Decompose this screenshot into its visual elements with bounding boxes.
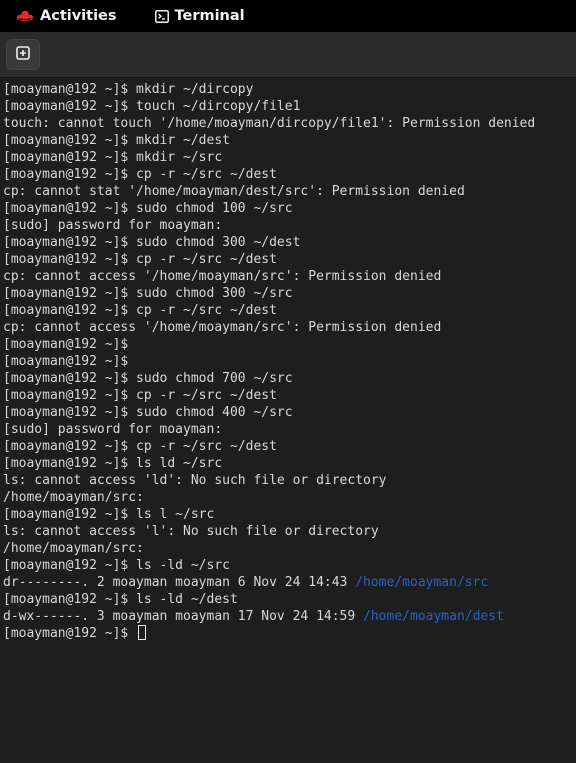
line-text: [moayman@192 ~]$ mkdir ~/src xyxy=(3,150,223,165)
terminal-line: [moayman@192 ~]$ ls l ~/src xyxy=(3,506,576,523)
line-text: [moayman@192 ~]$ cp -r ~/src ~/dest xyxy=(3,303,277,318)
terminal-line: [moayman@192 ~]$ sudo chmod 700 ~/src xyxy=(3,370,576,387)
line-text: /home/moayman/src: xyxy=(3,490,144,505)
line-text: [sudo] password for moayman: xyxy=(3,218,223,233)
line-text: ls: cannot access 'ld': No such file or … xyxy=(3,473,387,488)
terminal-line: [moayman@192 ~]$ sudo chmod 100 ~/src xyxy=(3,200,576,217)
terminal-line: ls: cannot access 'l': No such file or d… xyxy=(3,523,576,540)
terminal-line: /home/moayman/src: xyxy=(3,489,576,506)
top-bar: Activities Terminal xyxy=(0,0,576,32)
terminal-line: /home/moayman/src: xyxy=(3,540,576,557)
terminal-line: [sudo] password for moayman: xyxy=(3,421,576,438)
fedora-logo-icon xyxy=(16,9,34,23)
line-text: [moayman@192 ~]$ sudo chmod 400 ~/src xyxy=(3,405,293,420)
terminal-line: cp: cannot access '/home/moayman/src': P… xyxy=(3,268,576,285)
line-text: dr--------. 2 moayman moayman 6 Nov 24 1… xyxy=(3,575,356,590)
line-text: [moayman@192 ~]$ ls -ld ~/dest xyxy=(3,592,238,607)
line-text: touch: cannot touch '/home/moayman/dirco… xyxy=(3,116,536,131)
line-text: cp: cannot access '/home/moayman/src': P… xyxy=(3,269,442,284)
line-text: [moayman@192 ~]$ cp -r ~/src ~/dest xyxy=(3,439,277,454)
terminal-line: [moayman@192 ~]$ ls ld ~/src xyxy=(3,455,576,472)
line-text: [moayman@192 ~]$ cp -r ~/src ~/dest xyxy=(3,252,277,267)
terminal-line: [moayman@192 ~]$ cp -r ~/src ~/dest xyxy=(3,438,576,455)
line-text: [moayman@192 ~]$ ls l ~/src xyxy=(3,507,215,522)
terminal-line: [moayman@192 ~]$ cp -r ~/src ~/dest xyxy=(3,251,576,268)
terminal-line: [moayman@192 ~]$ sudo chmod 400 ~/src xyxy=(3,404,576,421)
directory-path: /home/moayman/src xyxy=(355,575,489,590)
terminal-line: [moayman@192 ~]$ cp -r ~/src ~/dest xyxy=(3,387,576,404)
terminal-line: [sudo] password for moayman: xyxy=(3,217,576,234)
line-text: [moayman@192 ~]$ sudo chmod 700 ~/src xyxy=(3,371,293,386)
line-text: d-wx------. 3 moayman moayman 17 Nov 24 … xyxy=(3,609,364,624)
terminal-line: [moayman@192 ~]$ sudo chmod 300 ~/src xyxy=(3,285,576,302)
terminal-line: [moayman@192 ~]$ mkdir ~/dircopy xyxy=(3,81,576,98)
terminal-line: [moayman@192 ~]$ mkdir ~/dest xyxy=(3,132,576,149)
line-text: [sudo] password for moayman: xyxy=(3,422,223,437)
activities-label: Activities xyxy=(40,8,117,24)
terminal-line: d-wx------. 3 moayman moayman 17 Nov 24 … xyxy=(3,608,576,625)
text-cursor xyxy=(138,625,147,640)
app-label: Terminal xyxy=(174,8,245,24)
line-text: ls: cannot access 'l': No such file or d… xyxy=(3,524,379,539)
line-text: cp: cannot stat '/home/moayman/dest/src'… xyxy=(3,184,465,199)
terminal-line: ls: cannot access 'ld': No such file or … xyxy=(3,472,576,489)
terminal-line: [moayman@192 ~]$ sudo chmod 300 ~/dest xyxy=(3,234,576,251)
terminal-line: touch: cannot touch '/home/moayman/dirco… xyxy=(3,115,576,132)
line-text: [moayman@192 ~]$ mkdir ~/dest xyxy=(3,133,230,148)
terminal-line: [moayman@192 ~]$ cp -r ~/src ~/dest xyxy=(3,302,576,319)
terminal-icon xyxy=(154,9,169,23)
terminal-line: [moayman@192 ~]$ cp -r ~/src ~/dest xyxy=(3,166,576,183)
terminal-line: [moayman@192 ~]$ xyxy=(3,336,576,353)
line-text: [moayman@192 ~]$ ls -ld ~/src xyxy=(3,558,230,573)
new-tab-button[interactable] xyxy=(6,39,40,70)
terminal-line: cp: cannot stat '/home/moayman/dest/src'… xyxy=(3,183,576,200)
terminal-line: [moayman@192 ~]$ ls -ld ~/src xyxy=(3,557,576,574)
activities-button[interactable]: Activities xyxy=(0,0,117,32)
terminal-line: dr--------. 2 moayman moayman 6 Nov 24 1… xyxy=(3,574,576,591)
directory-path: /home/moayman/dest xyxy=(363,609,504,624)
terminal-headerbar xyxy=(0,32,576,78)
terminal-line: [moayman@192 ~]$ ls -ld ~/dest xyxy=(3,591,576,608)
line-text: [moayman@192 ~]$ cp -r ~/src ~/dest xyxy=(3,167,277,182)
line-text: [moayman@192 ~]$ sudo chmod 300 ~/src xyxy=(3,286,293,301)
line-text: [moayman@192 ~]$ sudo chmod 100 ~/src xyxy=(3,201,293,216)
line-text: [moayman@192 ~]$ xyxy=(3,337,129,352)
line-text: [moayman@192 ~]$ xyxy=(3,354,129,369)
terminal-line: [moayman@192 ~]$ mkdir ~/src xyxy=(3,149,576,166)
line-text: [moayman@192 ~]$ mkdir ~/dircopy xyxy=(3,82,254,97)
terminal-line: [moayman@192 ~]$ xyxy=(3,353,576,370)
line-text: [moayman@192 ~]$ touch ~/dircopy/file1 xyxy=(3,99,301,114)
line-text: [moayman@192 ~]$ cp -r ~/src ~/dest xyxy=(3,388,277,403)
line-text: [moayman@192 ~]$ ls ld ~/src xyxy=(3,456,223,471)
line-text: cp: cannot access '/home/moayman/src': P… xyxy=(3,320,442,335)
terminal-line: [moayman@192 ~]$ touch ~/dircopy/file1 xyxy=(3,98,576,115)
app-menu-button[interactable]: Terminal xyxy=(154,0,245,32)
new-tab-icon xyxy=(16,45,30,64)
line-text: [moayman@192 ~]$ sudo chmod 300 ~/dest xyxy=(3,235,301,250)
terminal-output[interactable]: [moayman@192 ~]$ mkdir ~/dircopy [moayman… xyxy=(0,78,576,763)
prompt-line[interactable]: [moayman@192 ~]$ xyxy=(3,625,576,642)
prompt-text: [moayman@192 ~]$ xyxy=(3,626,137,641)
terminal-line: cp: cannot access '/home/moayman/src': P… xyxy=(3,319,576,336)
line-text: /home/moayman/src: xyxy=(3,541,144,556)
